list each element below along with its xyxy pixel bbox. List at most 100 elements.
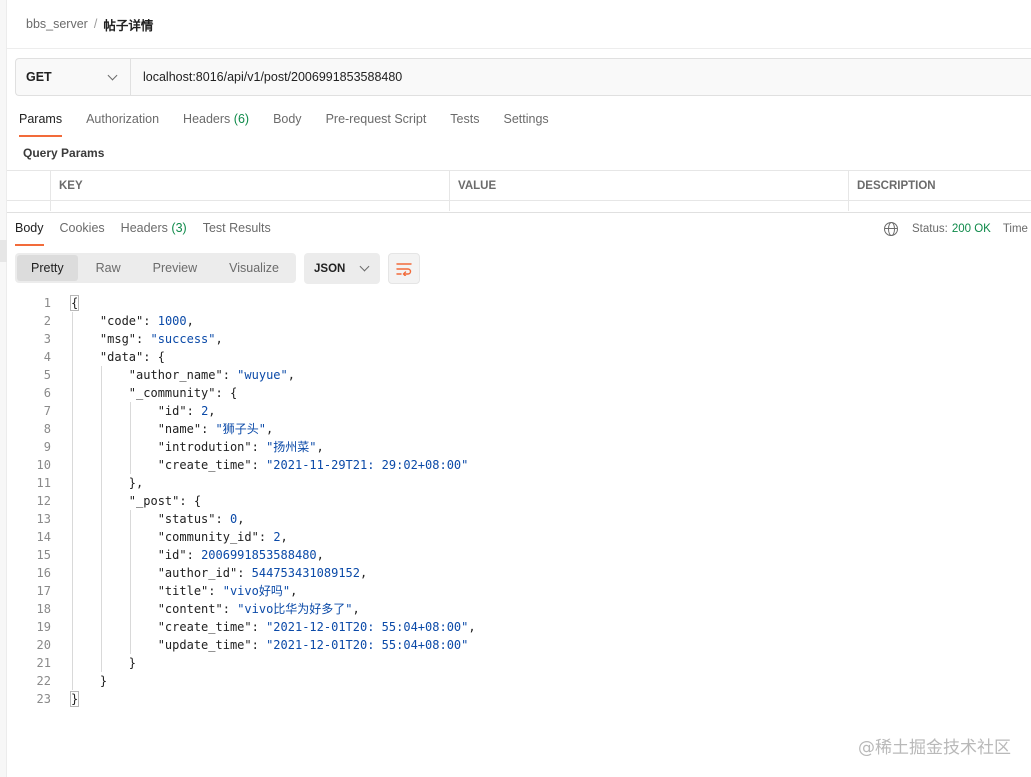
line-number: 7 bbox=[43, 404, 51, 418]
tab-params[interactable]: Params bbox=[19, 112, 63, 137]
line-number: 6 bbox=[43, 386, 51, 400]
tab-headers[interactable]: Headers (6) bbox=[183, 112, 249, 136]
request-url-bar: GET localhost:8016/api/v1/post/200699185… bbox=[15, 58, 1031, 96]
pane-divider[interactable] bbox=[7, 212, 1031, 213]
line-number: 12 bbox=[36, 494, 51, 508]
sidebar-edge bbox=[0, 0, 7, 777]
method-select[interactable]: GET bbox=[16, 59, 131, 95]
code-line: 12 "_post": { bbox=[15, 492, 1031, 510]
view-pretty[interactable]: Pretty bbox=[17, 255, 78, 281]
code-line: 8 "name": "狮子头", bbox=[15, 420, 1031, 438]
code-text: "_post": { bbox=[128, 494, 202, 508]
breadcrumb-separator: / bbox=[93, 17, 98, 31]
line-number: 21 bbox=[36, 656, 51, 670]
column-description: DESCRIPTION bbox=[857, 179, 936, 192]
view-raw[interactable]: Raw bbox=[82, 255, 135, 281]
code-text: "id": 2006991853588480, bbox=[157, 548, 324, 562]
line-number: 9 bbox=[43, 440, 51, 454]
code-line: 16 "author_id": 544753431089152, bbox=[15, 564, 1031, 582]
code-line: 5 "author_name": "wuyue", bbox=[15, 366, 1031, 384]
line-number: 5 bbox=[43, 368, 51, 382]
code-text: "data": { bbox=[99, 350, 165, 364]
line-number: 18 bbox=[36, 602, 51, 616]
tab-settings[interactable]: Settings bbox=[503, 112, 548, 136]
code-line: 9 "introdution": "扬州菜", bbox=[15, 438, 1031, 456]
tab-tests[interactable]: Tests bbox=[450, 112, 479, 136]
code-text: "content": "vivo比华为好多了", bbox=[157, 602, 360, 616]
column-value: VALUE bbox=[450, 171, 849, 200]
code-line: 2 "code": 1000, bbox=[15, 312, 1031, 330]
code-line: 10 "create_time": "2021-11-29T21: 29:02+… bbox=[15, 456, 1031, 474]
response-tabs: Body Cookies Headers (3) Test Results bbox=[15, 221, 287, 246]
code-text: "author_id": 544753431089152, bbox=[157, 566, 368, 580]
code-text: "status": 0, bbox=[157, 512, 245, 526]
code-text: "msg": "success", bbox=[99, 332, 223, 346]
code-text: "create_time": "2021-12-01T20: 55:04+08:… bbox=[157, 620, 476, 634]
code-line: 17 "title": "vivo好吗", bbox=[15, 582, 1031, 600]
breadcrumb-collection[interactable]: bbs_server bbox=[26, 17, 88, 31]
wrap-lines-button[interactable] bbox=[388, 253, 420, 284]
tab-response-body[interactable]: Body bbox=[15, 221, 44, 246]
code-line: 4 "data": { bbox=[15, 348, 1031, 366]
format-select[interactable]: JSON bbox=[304, 253, 380, 284]
request-tabs: Params Authorization Headers (6) Body Pr… bbox=[19, 112, 573, 137]
table-header: KEY VALUE DESCRIPTION bbox=[7, 171, 1031, 201]
tab-test-results[interactable]: Test Results bbox=[203, 221, 271, 245]
code-line: 13 "status": 0, bbox=[15, 510, 1031, 528]
code-text: "community_id": 2, bbox=[157, 530, 288, 544]
code-text: } bbox=[69, 691, 80, 707]
code-line: 3 "msg": "success", bbox=[15, 330, 1031, 348]
format-label: JSON bbox=[314, 262, 346, 275]
code-line: 21 } bbox=[15, 654, 1031, 672]
line-number: 1 bbox=[43, 296, 51, 310]
line-number: 3 bbox=[43, 332, 51, 346]
line-number: 16 bbox=[36, 566, 51, 580]
code-line: 1{ bbox=[15, 294, 1031, 312]
line-number: 14 bbox=[36, 530, 51, 544]
watermark-text: @稀土掘金技术社区 bbox=[858, 738, 1011, 758]
url-input[interactable]: localhost:8016/api/v1/post/2006991853588… bbox=[131, 59, 1031, 95]
tab-authorization[interactable]: Authorization bbox=[86, 112, 159, 136]
code-text: "introdution": "扬州菜", bbox=[157, 440, 324, 454]
code-text: } bbox=[71, 674, 108, 688]
code-line: 18 "content": "vivo比华为好多了", bbox=[15, 600, 1031, 618]
code-text: { bbox=[69, 295, 80, 311]
line-number: 11 bbox=[36, 476, 51, 490]
status-code[interactable]: 200 OK bbox=[952, 223, 991, 235]
indent-guide bbox=[129, 510, 131, 654]
wrap-lines-icon bbox=[396, 262, 412, 276]
line-number: 2 bbox=[43, 314, 51, 328]
line-number: 13 bbox=[36, 512, 51, 526]
globe-icon[interactable] bbox=[884, 222, 898, 236]
code-line: 15 "id": 2006991853588480, bbox=[15, 546, 1031, 564]
view-visualize[interactable]: Visualize bbox=[215, 255, 293, 281]
tab-pre-request-script[interactable]: Pre-request Script bbox=[326, 112, 427, 136]
code-text: "title": "vivo好吗", bbox=[157, 584, 298, 598]
response-headers-count: (3) bbox=[171, 221, 187, 235]
breadcrumb-request-name[interactable]: 帖子详情 bbox=[103, 15, 153, 34]
chevron-down-icon bbox=[107, 70, 118, 80]
code-line: 7 "id": 2, bbox=[15, 402, 1031, 420]
response-body-editor[interactable]: 1{2 "code": 1000, 3 "msg": "success", 4 "d… bbox=[15, 294, 1031, 714]
code-text: "author_name": "wuyue", bbox=[128, 368, 295, 382]
time-label[interactable]: Time bbox=[1003, 223, 1028, 235]
code-text: "_community": { bbox=[128, 386, 238, 400]
indent-guide bbox=[100, 366, 102, 672]
tab-cookies[interactable]: Cookies bbox=[60, 221, 105, 245]
code-line: 20 "update_time": "2021-12-01T20: 55:04+… bbox=[15, 636, 1031, 654]
tab-response-headers[interactable]: Headers (3) bbox=[121, 221, 187, 245]
view-preview[interactable]: Preview bbox=[139, 255, 211, 281]
sidebar-collapse-handle[interactable] bbox=[0, 240, 7, 262]
line-number: 8 bbox=[43, 422, 51, 436]
indent-guide bbox=[129, 402, 131, 474]
code-line: 6 "_community": { bbox=[15, 384, 1031, 402]
table-row[interactable] bbox=[7, 201, 1031, 211]
divider bbox=[7, 48, 1031, 49]
line-number: 10 bbox=[36, 458, 51, 472]
method-label: GET bbox=[26, 70, 52, 84]
tab-body[interactable]: Body bbox=[273, 112, 302, 136]
query-params-title: Query Params bbox=[23, 146, 105, 160]
code-line: 22 } bbox=[15, 672, 1031, 690]
response-status: Status: 200 OK Time bbox=[884, 221, 1028, 237]
breadcrumb: bbs_server / 帖子详情 bbox=[26, 14, 153, 34]
